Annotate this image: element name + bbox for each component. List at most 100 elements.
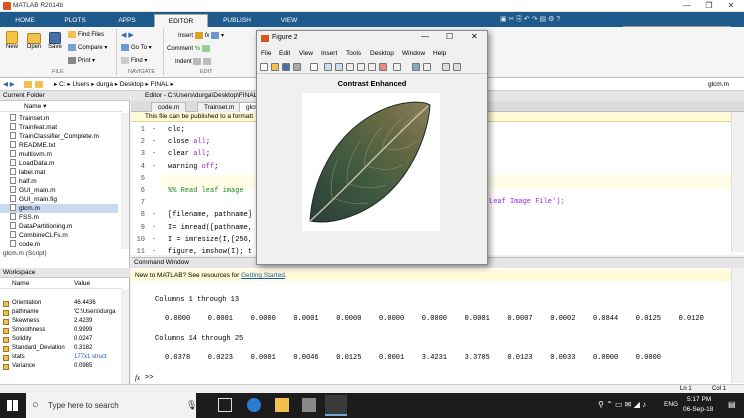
file-item[interactable]: FSS.m xyxy=(10,213,39,222)
go-to-button[interactable]: Go To ▾ xyxy=(121,44,152,51)
browse-folder-icon[interactable] xyxy=(35,81,43,88)
file-explorer-icon[interactable] xyxy=(275,398,289,412)
rotate-icon[interactable] xyxy=(357,63,365,71)
store-icon[interactable] xyxy=(302,398,316,412)
file-item[interactable]: half.m xyxy=(10,177,37,186)
workspace-name-header[interactable]: Name xyxy=(12,279,29,289)
breakpoint-marker[interactable]: - xyxy=(152,248,156,256)
workspace-row[interactable]: Standard_Deviation 0.3182 xyxy=(0,344,122,353)
menu-edit[interactable]: Edit xyxy=(279,48,290,59)
save-figure-icon[interactable] xyxy=(282,63,290,71)
find-button[interactable]: Find ▾ xyxy=(121,57,147,64)
menu-tools[interactable]: Tools xyxy=(346,48,361,59)
figure-close-button[interactable]: ✕ xyxy=(471,32,478,41)
minimize-button[interactable]: — xyxy=(676,0,698,12)
save-button[interactable]: Save xyxy=(46,31,64,50)
crumb-user[interactable]: durga xyxy=(96,81,113,88)
file-item[interactable]: glcm.m xyxy=(0,204,118,213)
compare-button[interactable]: Compare ▾ xyxy=(68,44,107,51)
link-icon[interactable] xyxy=(393,63,401,71)
file-item[interactable]: LoadData.m xyxy=(10,159,54,168)
crumb-final[interactable]: FINAL xyxy=(151,81,169,88)
workspace-row[interactable]: Smoothness 0.9999 xyxy=(0,326,122,335)
figure-maximize-button[interactable]: ☐ xyxy=(446,32,453,41)
pan-icon[interactable] xyxy=(346,63,354,71)
show-tools-icon[interactable] xyxy=(453,63,461,71)
tab-plots[interactable]: PLOTS xyxy=(52,14,98,27)
matlab-taskbar-icon[interactable] xyxy=(325,395,347,416)
workspace-row[interactable]: Skewness 2.4239 xyxy=(0,317,122,326)
breakpoint-marker[interactable]: - xyxy=(152,150,156,158)
clock-date[interactable]: 06-Sep-18 xyxy=(683,406,713,413)
name-column-header[interactable]: Name ▾ xyxy=(0,102,122,112)
editor-tab-code[interactable]: code.m xyxy=(151,102,187,112)
windows-start-icon[interactable] xyxy=(7,400,18,411)
file-item[interactable]: Trainfeat.mat xyxy=(10,123,57,132)
legend-icon[interactable] xyxy=(423,63,431,71)
breakpoint-marker[interactable]: - xyxy=(152,236,156,244)
file-item[interactable]: multisvm.m xyxy=(10,150,52,159)
tab-home[interactable]: HOME xyxy=(4,14,46,27)
close-window-button[interactable]: ✕ xyxy=(720,0,742,12)
brush-icon[interactable] xyxy=(379,63,387,71)
workspace-row[interactable]: Solidity 0.0247 xyxy=(0,335,122,344)
file-item[interactable]: GUI_main.m xyxy=(10,186,55,195)
breakpoint-marker[interactable]: - xyxy=(152,126,156,134)
breadcrumb[interactable]: ▸ C: ▸ Users ▸ durga ▸ Desktop ▸ FINAL ▸ xyxy=(54,78,174,91)
file-item[interactable]: CombineCLFs.m xyxy=(10,231,68,240)
command-prompt[interactable]: >> xyxy=(145,374,153,382)
maximize-button[interactable]: ❐ xyxy=(698,0,720,12)
workspace-value-header[interactable]: Value xyxy=(74,279,90,289)
taskbar-search[interactable]: ○ Type here to search 🎙 xyxy=(26,393,197,418)
file-item[interactable]: GUI_main.fig xyxy=(10,195,57,204)
open-button[interactable]: Open xyxy=(24,31,44,50)
editor-scrollbar[interactable] xyxy=(731,112,744,252)
menu-help[interactable]: Help xyxy=(433,48,446,59)
hide-tools-icon[interactable] xyxy=(442,63,450,71)
tab-apps[interactable]: APPS xyxy=(104,14,150,27)
breakpoint-marker[interactable]: - xyxy=(152,163,156,171)
command-scrollbar[interactable] xyxy=(731,268,744,383)
new-figure-icon[interactable] xyxy=(260,63,268,71)
print-button[interactable]: Print ▾ xyxy=(68,57,95,64)
insert-button[interactable]: Insert fx ▾ xyxy=(178,32,224,39)
microphone-icon[interactable]: 🎙 xyxy=(186,393,197,418)
workspace-row[interactable]: pathname 'C:\Users\durga xyxy=(0,308,122,317)
system-tray-icons[interactable]: ⚲ ⌃ ▭ ✉ ◢ ♪ xyxy=(598,400,646,409)
edge-browser-icon[interactable] xyxy=(247,398,261,412)
file-item[interactable]: DataPartitioning.m xyxy=(10,222,72,231)
menu-desktop[interactable]: Desktop xyxy=(370,48,394,59)
clock-time[interactable]: 5:17 PM xyxy=(687,396,711,403)
zoom-out-icon[interactable] xyxy=(335,63,343,71)
task-view-icon[interactable] xyxy=(218,398,232,412)
comment-button[interactable]: Comment % xyxy=(167,45,212,52)
file-item[interactable]: TrainClassifier_Complete.m xyxy=(10,132,99,141)
file-item[interactable]: code.m xyxy=(10,240,40,249)
getting-started-link[interactable]: Getting Started xyxy=(241,272,285,279)
menu-window[interactable]: Window xyxy=(402,48,425,59)
language-indicator[interactable]: ENG xyxy=(664,401,678,408)
find-files-button[interactable]: Find Files xyxy=(68,31,104,38)
notifications-icon[interactable]: ▤ xyxy=(728,400,736,409)
fx-icon[interactable]: fx xyxy=(135,374,140,382)
pointer-icon[interactable] xyxy=(310,63,318,71)
tab-view[interactable]: VIEW xyxy=(266,14,312,27)
folder-up-icon[interactable] xyxy=(24,81,32,88)
colorbar-icon[interactable] xyxy=(412,63,420,71)
crumb-drive[interactable]: C: xyxy=(59,81,66,88)
open-file-icon[interactable] xyxy=(271,63,279,71)
nav-arrows[interactable]: ◀ ▶ xyxy=(3,78,15,91)
workspace-scrollbar[interactable] xyxy=(121,290,129,390)
tab-editor[interactable]: EDITOR xyxy=(154,14,208,27)
zoom-in-icon[interactable] xyxy=(324,63,332,71)
breakpoint-marker[interactable]: - xyxy=(152,138,156,146)
editor-tab-trainset[interactable]: Trainset.m xyxy=(197,102,242,112)
fx-icon[interactable]: fx xyxy=(205,33,210,39)
new-button[interactable]: New xyxy=(3,31,21,50)
breakpoint-marker[interactable]: - xyxy=(152,211,156,219)
crumb-desktop[interactable]: Desktop xyxy=(120,81,144,88)
workspace-row[interactable]: Variance 0.0985 xyxy=(0,362,122,371)
folder-scrollbar[interactable] xyxy=(121,113,129,249)
workspace-row[interactable]: stats 177x1 struct xyxy=(0,353,122,362)
breakpoint-marker[interactable]: - xyxy=(152,224,156,232)
